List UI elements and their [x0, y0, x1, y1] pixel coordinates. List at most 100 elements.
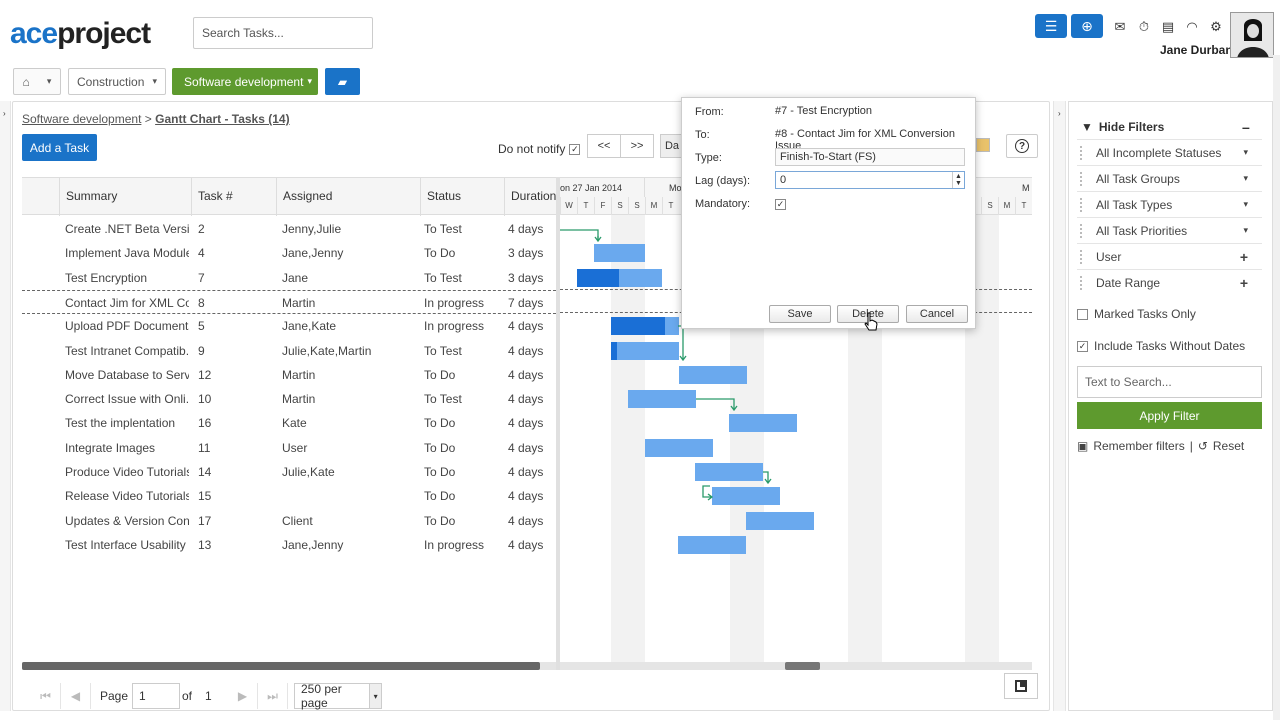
filter-item-label: All Task Priorities	[1096, 223, 1188, 238]
prev-page-button[interactable]: ◀	[61, 683, 91, 709]
do-not-notify-checkbox[interactable]: ✓	[569, 143, 581, 155]
table-row[interactable]: Contact Jim for XML Co... 8 Martin In progr…	[22, 289, 556, 314]
cancel-button[interactable]: Cancel	[906, 305, 968, 323]
table-row[interactable]: Create .NET Beta Versi... 2 Jenny,Julie To …	[22, 217, 556, 241]
aceproject-logo[interactable]: aceproject	[10, 16, 151, 52]
do-not-notify[interactable]: Do not notify ✓	[498, 142, 581, 156]
page-vscroll[interactable]	[1273, 55, 1280, 720]
table-row[interactable]: Produce Video Tutorials 14 Julie,Kate To Do…	[22, 460, 556, 484]
last-page-button[interactable]: ⏭	[258, 683, 288, 709]
mandatory-checkbox[interactable]: ✓	[775, 199, 786, 210]
hide-filters-toggle[interactable]: ▼ Hide Filters	[1081, 120, 1164, 134]
fullscreen-button[interactable]	[1004, 673, 1038, 699]
filter-item-action[interactable]: ▾	[1243, 173, 1248, 184]
avatar[interactable]	[1230, 12, 1274, 58]
table-row[interactable]: Updates & Version Con... 17 Client To Do 4 d…	[22, 509, 556, 533]
first-page-button[interactable]: ⏮	[31, 683, 61, 709]
left-collapse-tab[interactable]: ›	[0, 101, 11, 711]
drag-handle-icon[interactable]	[1080, 250, 1083, 264]
filter-item-action[interactable]: ▾	[1243, 225, 1248, 236]
include-without-dates[interactable]: ✓ Include Tasks Without Dates	[1077, 339, 1245, 353]
drag-handle-icon[interactable]	[1080, 146, 1083, 160]
filter-item[interactable]: All Task Priorities ▾	[1077, 217, 1262, 243]
remember-filters-link[interactable]: Remember filters	[1093, 439, 1184, 453]
include-without-dates-checkbox[interactable]: ✓	[1077, 340, 1088, 352]
add-button[interactable]: ⊕	[1071, 14, 1103, 38]
table-row[interactable]: Correct Issue with Onli... 10 Martin To Tes…	[22, 387, 556, 411]
add-task-button[interactable]: Add a Task	[22, 134, 97, 161]
col-summary[interactable]: Summary	[59, 178, 191, 216]
reset-filters-link[interactable]: Reset	[1213, 439, 1244, 453]
drag-handle-icon[interactable]	[1080, 172, 1083, 186]
cell-status: To Test	[424, 343, 462, 358]
col-task-number[interactable]: Task #	[191, 178, 276, 216]
lag-input[interactable]: 0 ▲ ▼	[775, 171, 965, 189]
filter-item-action[interactable]: ▾	[1243, 199, 1248, 210]
drag-handle-icon[interactable]	[1080, 224, 1083, 238]
collapse-filters-icon[interactable]: –	[1242, 119, 1250, 135]
export-image-icon[interactable]	[976, 138, 990, 152]
dependency-link[interactable]	[696, 398, 738, 412]
drag-handle-icon[interactable]	[1080, 276, 1083, 290]
filter-item[interactable]: Date Range +	[1077, 269, 1262, 295]
cell-summary: Integrate Images	[65, 440, 156, 455]
table-row[interactable]: Test the implentation 16 Kate To Do 4 days	[22, 411, 556, 435]
apply-filter-button[interactable]: Apply Filter	[1077, 402, 1262, 429]
filter-item[interactable]: User +	[1077, 243, 1262, 269]
breadcrumb-current[interactable]: Gantt Chart - Tasks (14)	[155, 112, 289, 126]
grid-hscroll-thumb[interactable]	[22, 662, 540, 670]
menu-button[interactable]: ☰	[1035, 14, 1067, 38]
view-day-button[interactable]: Da	[660, 134, 682, 158]
filter-item[interactable]: All Incomplete Statuses ▾	[1077, 139, 1262, 165]
question-circle-icon: ?	[1015, 139, 1029, 153]
project-parent-dropdown[interactable]: Construction ▾	[68, 68, 166, 95]
help-button[interactable]: ?	[1006, 134, 1038, 158]
stopwatch-icon[interactable]: ⏱	[1134, 18, 1154, 36]
gantt-hscroll-thumb[interactable]	[785, 662, 820, 670]
table-row[interactable]: Test Interface Usability 13 Jane,Jenny In p…	[22, 533, 556, 557]
next-page-button[interactable]: ▶	[228, 683, 258, 709]
open-folder-button[interactable]: ▰	[325, 68, 360, 95]
dashboard-icon[interactable]: ◠	[1182, 18, 1202, 36]
filter-text-search-input[interactable]: Text to Search...	[1077, 366, 1262, 398]
page-number-input[interactable]: 1	[132, 683, 180, 709]
marked-tasks-checkbox[interactable]	[1077, 308, 1088, 320]
dependency-link[interactable]	[678, 325, 687, 362]
type-select[interactable]: Finish-To-Start (FS)	[775, 148, 965, 166]
table-row[interactable]: Implement Java Module 4 Jane,Jenny To Do 3 d…	[22, 241, 556, 265]
col-status[interactable]: Status	[420, 178, 504, 216]
filters-collapse-tab[interactable]: ›	[1053, 101, 1066, 711]
search-tasks-input[interactable]: Search Tasks...	[193, 17, 373, 49]
table-row[interactable]: Test Intranet Compatib... 9 Julie,Kate,Mar…	[22, 339, 556, 363]
table-row[interactable]: Integrate Images 11 User To Do 4 days	[22, 436, 556, 460]
dependency-link[interactable]	[560, 229, 599, 239]
table-row[interactable]: Test Encryption 7 Jane To Test 3 days	[22, 266, 556, 290]
home-button[interactable]: ⌂ ▾	[13, 68, 61, 95]
task-grid: Summary Task # Assigned Status Duration …	[22, 177, 556, 662]
timesheet-icon[interactable]: ▤	[1158, 18, 1178, 36]
next-period-button[interactable]: >>	[620, 134, 654, 158]
filter-item-action[interactable]: +	[1240, 249, 1248, 265]
from-label: From:	[695, 106, 724, 118]
filter-item-action[interactable]: ▾	[1243, 147, 1248, 158]
lag-spinner[interactable]: ▲ ▼	[952, 172, 964, 188]
filter-item[interactable]: All Task Groups ▾	[1077, 165, 1262, 191]
table-row[interactable]: Move Database to Serv... 12 Martin To Do 4 d…	[22, 363, 556, 387]
col-duration[interactable]: Duration	[504, 178, 556, 216]
dependency-link[interactable]	[763, 471, 772, 485]
drag-handle-icon[interactable]	[1080, 198, 1083, 212]
prev-period-button[interactable]: <<	[587, 134, 621, 158]
filter-item-action[interactable]: +	[1240, 275, 1248, 291]
per-page-select[interactable]: 250 per page ▾	[294, 682, 382, 710]
table-row[interactable]: Upload PDF Documents... 5 Jane,Kate In prog…	[22, 314, 556, 338]
breadcrumb-parent-link[interactable]: Software development	[22, 112, 141, 126]
col-assigned[interactable]: Assigned	[276, 178, 420, 216]
table-row[interactable]: Release Video Tutorials 15 To Do 4 days	[22, 484, 556, 508]
filter-item[interactable]: All Task Types ▾	[1077, 191, 1262, 217]
save-button[interactable]: Save	[769, 305, 831, 323]
mail-icon[interactable]: ✉	[1110, 18, 1130, 36]
project-current-dropdown[interactable]: Software development ▾	[172, 68, 318, 95]
marked-tasks-only[interactable]: Marked Tasks Only	[1077, 307, 1196, 321]
gear-icon[interactable]: ⚙	[1206, 18, 1226, 36]
dependency-link[interactable]	[702, 485, 714, 501]
